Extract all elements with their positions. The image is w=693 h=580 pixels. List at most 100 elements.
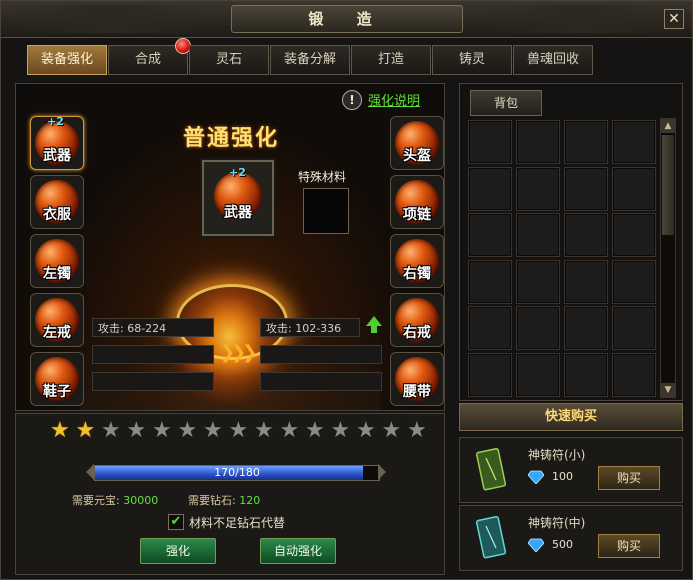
star-empty-icon: ★ [203, 418, 223, 443]
bag-slot[interactable] [612, 166, 656, 211]
bag-slot[interactable] [468, 166, 512, 211]
use-diamond-checkbox[interactable]: ✔ [168, 514, 184, 530]
bag-scrollbar[interactable]: ▲ ▼ [660, 118, 676, 398]
bag-slot[interactable] [564, 213, 608, 257]
star-empty-icon: ★ [407, 418, 427, 443]
tab-equip-decompose[interactable]: 装备分解 [270, 45, 350, 75]
slot-helmet-label: 头盔 [403, 148, 431, 164]
slot-shoes[interactable]: 鞋子 [30, 352, 84, 406]
star-empty-icon: ★ [101, 418, 121, 443]
buy-small-button[interactable]: 购买 [598, 466, 660, 490]
star-empty-icon: ★ [228, 418, 249, 443]
special-material-label: 特殊材料 [298, 170, 347, 184]
stat-after: 攻击: 102-336 [260, 318, 360, 337]
bag-slot[interactable] [564, 306, 608, 350]
slot-left-bracelet[interactable]: 左镯 [30, 234, 84, 288]
bag-slot[interactable] [516, 166, 560, 211]
help-icon[interactable]: ! [342, 90, 362, 110]
progress-cap-left [86, 464, 94, 480]
bag-slot[interactable] [564, 120, 608, 164]
auto-enhance-button[interactable]: 自动强化 [260, 538, 336, 564]
slot-helmet[interactable]: 头盔 [390, 116, 444, 170]
shop-item-small-price: 100 [552, 470, 573, 483]
forge-window: 锻 造 ✕ 装备强化 合成 灵石 装备分解 打造 铸灵 兽魂回收 ! 强化说明 … [0, 0, 693, 580]
bag-slot[interactable] [516, 213, 560, 257]
star-empty-icon: ★ [356, 418, 376, 443]
stat-after-empty-1 [260, 345, 382, 364]
bag-slot[interactable] [468, 120, 512, 164]
tab-equip-enhance[interactable]: 装备强化 [27, 45, 107, 75]
target-label: 武器 [224, 205, 252, 221]
shop-item-medium: 神铸符(中) 500 购买 [459, 505, 683, 571]
yuanbao-cost-value: 30000 [123, 494, 159, 507]
quick-buy-header: 快速购买 [459, 403, 683, 431]
star-empty-icon: ★ [330, 418, 351, 443]
tab-craft[interactable]: 打造 [351, 45, 431, 75]
stat-before-empty-1 [92, 345, 214, 364]
progress-cap-right [378, 464, 386, 480]
tab-spirit-stone[interactable]: 灵石 [189, 45, 269, 75]
enhance-panel: ! 强化说明 普通强化 +2 武器 衣服 左镯 左戒 鞋子 头盔 项链 右镯 右… [15, 83, 445, 411]
increase-arrow-stem [371, 325, 377, 333]
slot-right-bracelet-label: 右镯 [403, 266, 431, 282]
title-ornament-left [11, 5, 211, 33]
tab-beast-soul-recycle[interactable]: 兽魂回收 [513, 45, 593, 75]
bag-slot[interactable] [516, 352, 560, 397]
slot-right-bracelet[interactable]: 右镯 [390, 234, 444, 288]
bag-panel: 背包 ▲ ▼ [459, 83, 683, 401]
enhance-target-slot[interactable]: +2 武器 [202, 160, 274, 236]
bag-slot[interactable] [468, 259, 512, 304]
star-empty-icon: ★ [381, 418, 402, 443]
enhance-controls-panel: ★ ★ ★ ★ ★ ★ ★ ★ ★ ★ ★ ★ ★ ★ ★ 170/180 需要元宝: 30000 需要钻石… [15, 413, 445, 575]
slot-necklace-label: 项链 [403, 207, 431, 223]
star-empty-icon: ★ [152, 418, 172, 443]
bag-slot[interactable] [564, 352, 608, 397]
star-filled-icon: ★ [75, 418, 96, 443]
stat-after-empty-2 [260, 372, 382, 391]
bag-slot[interactable] [564, 166, 608, 211]
slot-clothes-label: 衣服 [43, 207, 71, 223]
enhance-help-link[interactable]: 强化说明 [368, 90, 420, 109]
slot-clothes[interactable]: 衣服 [30, 175, 84, 229]
bag-slot[interactable] [516, 259, 560, 304]
scroll-up-icon[interactable]: ▲ [661, 119, 675, 133]
tab-bag[interactable]: 背包 [470, 90, 542, 116]
yuanbao-cost: 需要元宝: 30000 [72, 492, 158, 508]
target-plus: +2 [229, 166, 246, 179]
tab-synthesis-label: 合成 [134, 52, 161, 67]
bag-slot[interactable] [468, 213, 512, 257]
special-material-slot[interactable] [303, 188, 349, 234]
star-empty-icon: ★ [177, 418, 198, 443]
bag-slot[interactable] [612, 352, 656, 397]
progress-track: 170/180 [94, 465, 380, 481]
enhance-button[interactable]: 强化 [140, 538, 216, 564]
slot-belt[interactable]: 腰带 [390, 352, 444, 406]
bag-slot[interactable] [612, 213, 656, 257]
slot-weapon[interactable]: +2 武器 [30, 115, 84, 170]
upgrade-arrows-icon: ❯❯❯ [220, 342, 257, 363]
stat-before-empty-2 [92, 372, 214, 391]
talisman-small-icon [475, 447, 507, 491]
bag-slot[interactable] [516, 120, 560, 164]
slot-right-ring[interactable]: 右戒 [390, 293, 444, 347]
star-filled-icon: ★ [50, 418, 70, 443]
tab-cast-spirit[interactable]: 铸灵 [432, 45, 512, 75]
bag-slot[interactable] [468, 352, 512, 397]
enhance-progress-bar: 170/180 [86, 464, 386, 481]
slot-weapon-plus: +2 [47, 115, 64, 128]
bag-slot[interactable] [516, 306, 560, 350]
stat-before: 攻击: 68-224 [92, 318, 214, 337]
slot-left-ring[interactable]: 左戒 [30, 293, 84, 347]
buy-medium-button[interactable]: 购买 [598, 534, 660, 558]
bag-slot[interactable] [612, 259, 656, 304]
close-button[interactable]: ✕ [664, 9, 684, 29]
diamond-icon [528, 470, 544, 484]
tab-synthesis[interactable]: 合成 [108, 38, 191, 75]
bag-slot[interactable] [612, 306, 656, 350]
scroll-thumb[interactable] [662, 135, 674, 235]
bag-slot[interactable] [468, 306, 512, 350]
scroll-down-icon[interactable]: ▼ [661, 383, 675, 397]
slot-necklace[interactable]: 项链 [390, 175, 444, 229]
bag-slot[interactable] [612, 120, 656, 164]
bag-slot[interactable] [564, 259, 608, 304]
